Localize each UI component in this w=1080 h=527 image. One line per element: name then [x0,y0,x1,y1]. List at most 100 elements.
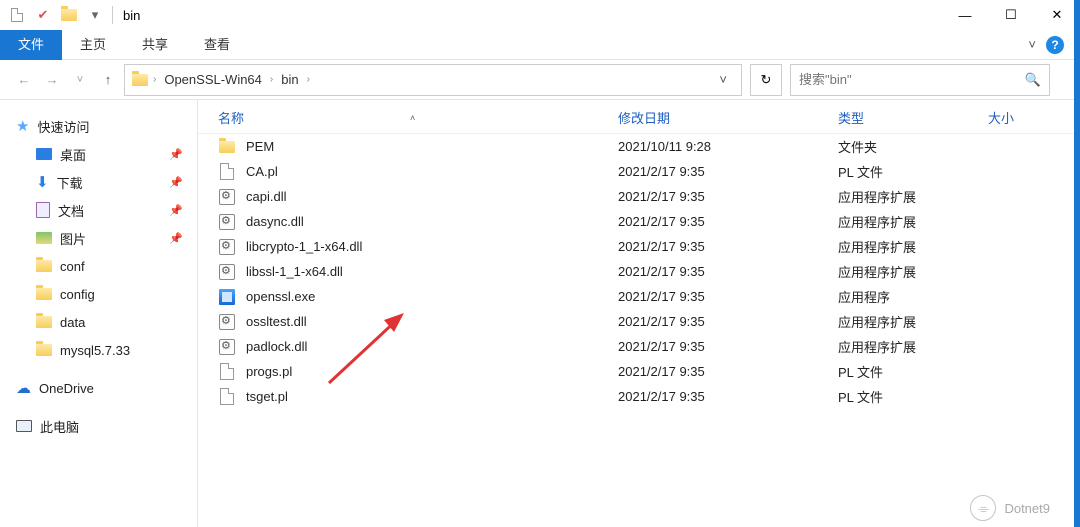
column-size[interactable]: 大小 [988,108,1080,127]
sidebar-quick-access[interactable]: ★ 快速访问 [0,112,197,140]
gear-icon [219,239,235,255]
document-icon [36,202,50,218]
file-type: PL 文件 [838,387,988,406]
search-icon[interactable]: 🔍 [1025,72,1041,88]
file-row[interactable]: openssl.exe2021/2/17 9:35应用程序 [198,284,1080,309]
sidebar-item-downloads[interactable]: ⬇ 下载 📌 [0,168,197,196]
file-date: 2021/2/17 9:35 [618,239,838,254]
pin-icon: 📌 [169,148,183,161]
sidebar-item-pictures[interactable]: 图片 📌 [0,224,197,252]
sidebar-item-mysql[interactable]: mysql5.7.33 [0,336,197,364]
sidebar-item-label: 此电脑 [40,417,79,436]
forward-button[interactable]: → [40,68,64,92]
watermark: ⌯ Dotnet9 [970,495,1050,521]
file-row[interactable]: padlock.dll2021/2/17 9:35应用程序扩展 [198,334,1080,359]
tab-file[interactable]: 文件 [0,30,62,60]
file-name: libssl-1_1-x64.dll [246,264,343,279]
sidebar-item-label: 快速访问 [37,117,89,136]
file-date: 2021/2/17 9:35 [618,264,838,279]
file-row[interactable]: dasync.dll2021/2/17 9:35应用程序扩展 [198,209,1080,234]
file-icon [220,163,234,180]
tab-share[interactable]: 共享 [124,30,186,60]
sidebar-item-label: conf [60,259,85,274]
file-name: PEM [246,139,274,154]
breadcrumb-part[interactable]: bin [277,72,302,87]
gear-icon [219,189,235,205]
help-icon[interactable]: ? [1046,36,1064,54]
sidebar-item-config[interactable]: config [0,280,197,308]
file-row[interactable]: progs.pl2021/2/17 9:35PL 文件 [198,359,1080,384]
column-name[interactable]: 名称 ˄ [218,108,618,127]
maximize-button[interactable]: ☐ [988,0,1034,30]
chevron-down-icon[interactable]: ˅ [711,72,735,87]
sidebar-item-desktop[interactable]: 桌面 📌 [0,140,197,168]
desktop-icon [36,148,52,160]
column-type[interactable]: 类型 [838,108,988,127]
file-row[interactable]: tsget.pl2021/2/17 9:35PL 文件 [198,384,1080,409]
sidebar-item-label: mysql5.7.33 [60,343,130,358]
file-date: 2021/10/11 9:28 [618,139,838,154]
tab-view[interactable]: 查看 [186,30,248,60]
sidebar-item-label: data [60,315,85,330]
separator [112,6,113,24]
sidebar-item-data[interactable]: data [0,308,197,336]
window-controls: — ☐ ✕ [942,0,1080,30]
file-date: 2021/2/17 9:35 [618,189,838,204]
chevron-right-icon: › [307,74,310,85]
file-row[interactable]: capi.dll2021/2/17 9:35应用程序扩展 [198,184,1080,209]
pin-icon: 📌 [169,204,183,217]
file-name: ossltest.dll [246,314,307,329]
file-name: CA.pl [246,164,278,179]
star-icon: ★ [16,117,29,135]
file-type: 应用程序扩展 [838,237,988,256]
file-date: 2021/2/17 9:35 [618,314,838,329]
pc-icon [16,420,32,432]
file-icon [220,363,234,380]
watermark-text: Dotnet9 [1004,501,1050,516]
file-row[interactable]: libssl-1_1-x64.dll2021/2/17 9:35应用程序扩展 [198,259,1080,284]
sidebar-item-conf[interactable]: conf [0,252,197,280]
minimize-button[interactable]: — [942,0,988,30]
pin-icon: 📌 [169,232,183,245]
breadcrumb[interactable]: › OpenSSL-Win64 › bin › ˅ [124,64,742,96]
sidebar-item-label: config [60,287,95,302]
file-date: 2021/2/17 9:35 [618,164,838,179]
file-type: 应用程序扩展 [838,187,988,206]
file-date: 2021/2/17 9:35 [618,339,838,354]
folder-icon [36,344,52,356]
back-button[interactable]: ← [12,68,36,92]
expand-ribbon-icon[interactable]: ˅ [1028,37,1036,52]
sidebar-item-label: OneDrive [39,381,94,396]
picture-icon [36,232,52,244]
file-date: 2021/2/17 9:35 [618,289,838,304]
file-name: openssl.exe [246,289,315,304]
recent-locations-icon[interactable]: ˅ [68,68,92,92]
folder-icon [219,141,235,153]
up-button[interactable]: ↑ [96,68,120,92]
sidebar-this-pc[interactable]: 此电脑 [0,412,197,440]
file-name: dasync.dll [246,214,304,229]
qat-properties-icon[interactable] [6,4,28,26]
file-row[interactable]: CA.pl2021/2/17 9:35PL 文件 [198,159,1080,184]
file-row[interactable]: libcrypto-1_1-x64.dll2021/2/17 9:35应用程序扩… [198,234,1080,259]
search-box[interactable]: 🔍 [790,64,1050,96]
sidebar-item-documents[interactable]: 文档 📌 [0,196,197,224]
gear-icon [219,339,235,355]
breadcrumb-part[interactable]: OpenSSL-Win64 [160,72,266,87]
chevron-right-icon: › [270,74,273,85]
sidebar-onedrive[interactable]: ☁ OneDrive [0,374,197,402]
file-date: 2021/2/17 9:35 [618,214,838,229]
column-date[interactable]: 修改日期 [618,108,838,127]
tab-home[interactable]: 主页 [62,30,124,60]
quick-access-toolbar: ✔ ▾ [6,4,106,26]
file-type: 应用程序扩展 [838,312,988,331]
qat-check-icon[interactable]: ✔ [32,4,54,26]
file-row[interactable]: PEM2021/10/11 9:28文件夹 [198,134,1080,159]
file-row[interactable]: ossltest.dll 2021/2/17 9:35应用程序扩展 [198,309,1080,334]
window-title: bin [123,8,140,23]
search-input[interactable] [799,72,1025,87]
refresh-button[interactable]: ↻ [750,64,782,96]
folder-icon[interactable] [58,4,80,26]
qat-dropdown-icon[interactable]: ▾ [84,4,106,26]
file-name: progs.pl [246,364,292,379]
